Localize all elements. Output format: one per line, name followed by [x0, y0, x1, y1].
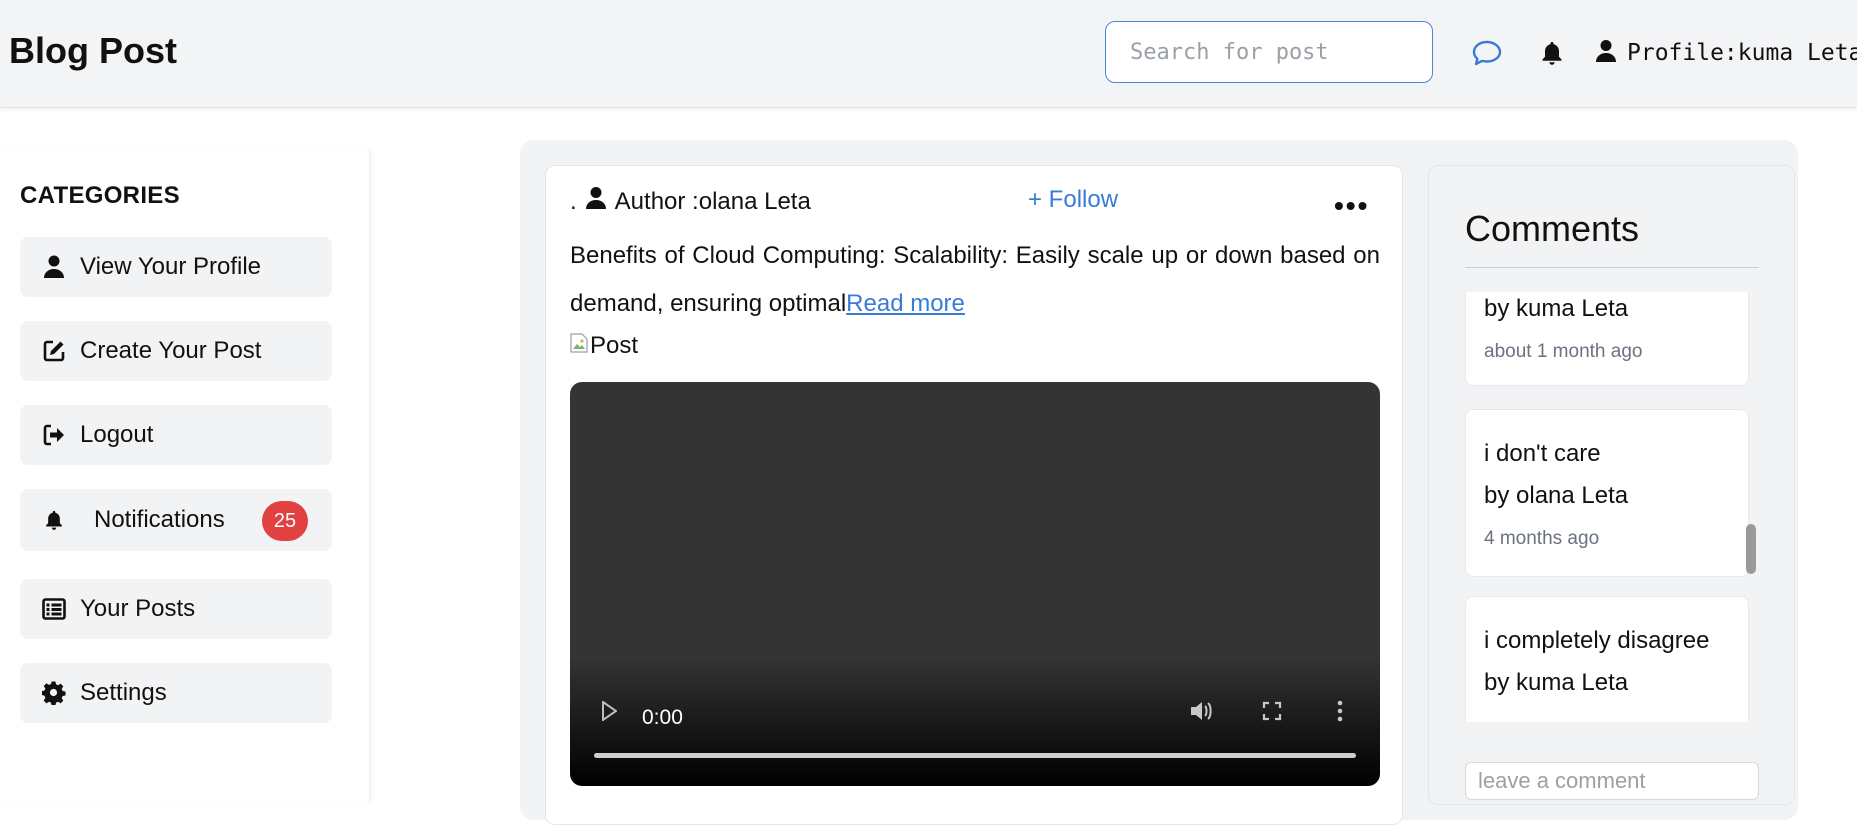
comments-heading: Comments: [1465, 208, 1640, 249]
broken-image-icon: [570, 332, 588, 360]
more-options-icon[interactable]: •••: [1334, 190, 1369, 222]
comment-author: by kuma Leta: [1484, 669, 1629, 696]
comment-time: 4 months ago: [1484, 528, 1600, 549]
sidebar-item-create-post[interactable]: Create Your Post: [20, 321, 332, 381]
comment-item: by kuma Leta about 1 month ago: [1465, 292, 1749, 386]
user-icon: [42, 255, 66, 279]
comment-author: by kuma Leta: [1484, 295, 1629, 322]
post-prefix: .: [570, 187, 577, 215]
post-image-alt: Post: [590, 332, 639, 359]
comment-item: i don't care by olana Leta 4 months ago: [1465, 409, 1749, 577]
video-player[interactable]: 0:00: [570, 382, 1380, 786]
comments-panel: Comments by kuma Leta about 1 month ago …: [1428, 165, 1795, 805]
comment-author: by olana Leta: [1484, 482, 1629, 509]
bell-icon: [42, 508, 66, 532]
fullscreen-icon[interactable]: [1257, 696, 1287, 726]
comment-input[interactable]: [1465, 762, 1759, 800]
search-input[interactable]: [1105, 21, 1433, 83]
video-time: 0:00: [642, 706, 683, 729]
comments-list[interactable]: by kuma Leta about 1 month ago i don't c…: [1465, 292, 1749, 722]
sidebar-item-label: Your Posts: [80, 595, 196, 622]
post-body: Benefits of Cloud Computing: Scalability…: [570, 232, 1380, 328]
logout-icon: [42, 423, 66, 447]
post-text: Benefits of Cloud Computing: Scalability…: [570, 242, 1380, 317]
volume-icon[interactable]: [1186, 696, 1216, 726]
top-header: Blog Post Profile:kuma Leta: [0, 0, 1857, 108]
sidebar-item-your-posts[interactable]: Your Posts: [20, 579, 332, 639]
user-icon: [1595, 39, 1617, 68]
comment-item: i completely disagree by kuma Leta: [1465, 596, 1749, 722]
user-icon: [585, 186, 607, 217]
categories-heading: CATEGORIES: [20, 182, 180, 209]
profile-menu[interactable]: Profile:kuma Leta: [1595, 36, 1857, 70]
comment-time: about 1 month ago: [1484, 341, 1643, 362]
edit-icon: [42, 339, 66, 363]
sidebar-item-settings[interactable]: Settings: [20, 663, 332, 723]
sidebar: CATEGORIES View Your Profile Create Your…: [0, 150, 370, 802]
post-card: . Author :olana Leta + Follow ••• Benefi…: [545, 165, 1403, 825]
comment-text: i don't care: [1484, 440, 1601, 467]
video-progress-track[interactable]: [594, 753, 1356, 758]
sidebar-item-notifications[interactable]: Notifications 25: [20, 489, 332, 551]
post-image: Post: [570, 332, 638, 360]
follow-button[interactable]: + Follow: [1028, 186, 1118, 214]
notification-count-badge: 25: [262, 501, 308, 541]
video-menu-icon[interactable]: [1330, 696, 1350, 726]
read-more-link[interactable]: Read more: [846, 290, 965, 317]
author-name: Author :olana Leta: [614, 187, 811, 215]
post-author[interactable]: . Author :olana Leta: [570, 186, 811, 217]
brand-title[interactable]: Blog Post: [9, 30, 177, 72]
sidebar-item-label: Notifications: [94, 506, 225, 533]
chat-icon[interactable]: [1470, 36, 1504, 70]
sidebar-item-view-profile[interactable]: View Your Profile: [20, 237, 332, 297]
sidebar-item-label: Settings: [80, 679, 167, 706]
sidebar-item-label: View Your Profile: [80, 253, 262, 280]
notification-bell-icon[interactable]: [1535, 36, 1569, 70]
divider: [1465, 267, 1759, 268]
sidebar-item-label: Create Your Post: [80, 337, 262, 364]
comment-text: i completely disagree: [1484, 627, 1710, 654]
sidebar-item-label: Logout: [80, 421, 154, 448]
play-icon[interactable]: [594, 696, 624, 726]
comments-scrollbar[interactable]: [1746, 524, 1756, 574]
sidebar-item-logout[interactable]: Logout: [20, 405, 332, 465]
gear-icon: [42, 681, 66, 705]
profile-label: Profile:kuma Leta: [1627, 40, 1857, 66]
list-icon: [42, 597, 66, 621]
